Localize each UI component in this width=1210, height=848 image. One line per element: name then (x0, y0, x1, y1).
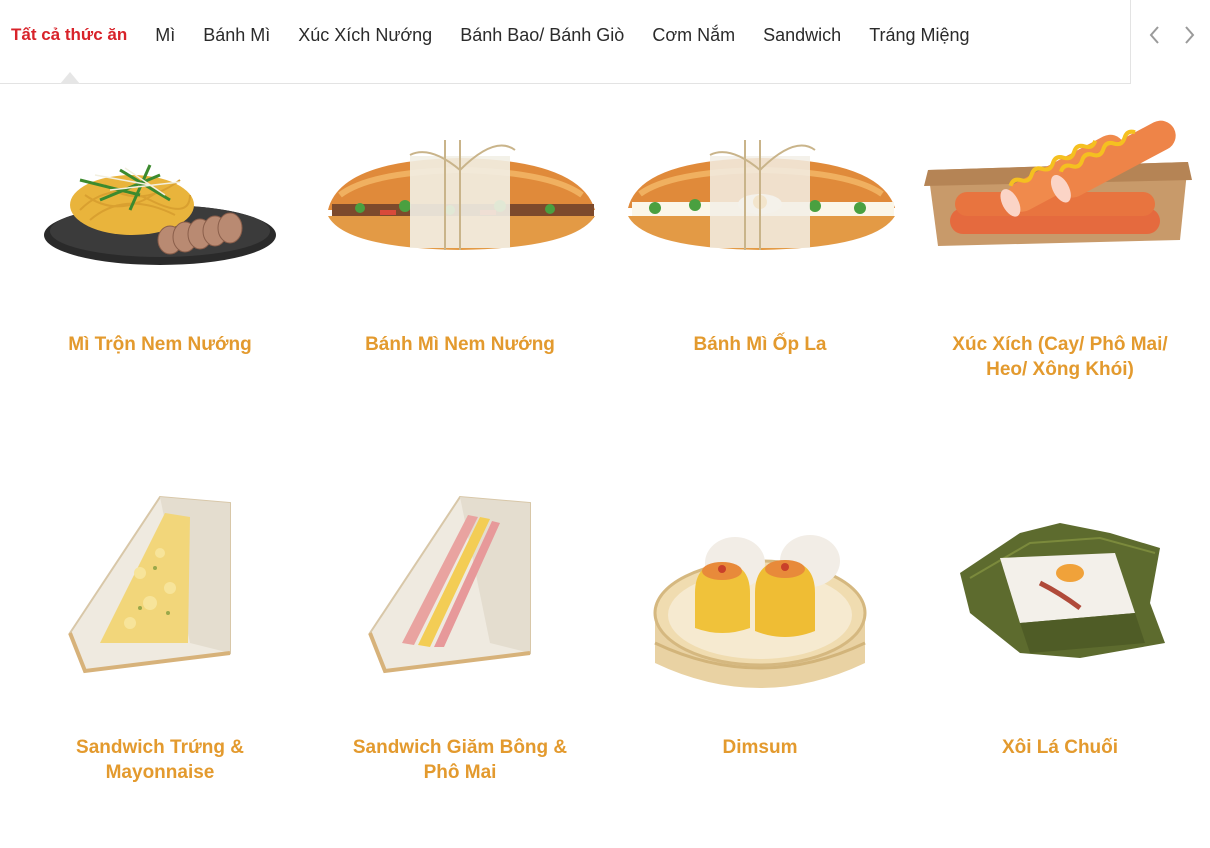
product-card[interactable]: Dimsum (610, 493, 910, 848)
tab-banh-mi[interactable]: Bánh Mì (189, 0, 284, 70)
tab-noodles[interactable]: Mì (141, 0, 189, 70)
sticky-rice-banana-leaf-image (960, 523, 1165, 658)
chevron-left-icon[interactable] (1144, 24, 1166, 46)
egg-sandwich-triangle-image (68, 495, 231, 674)
product-name: Xôi Lá Chuối (1001, 737, 1119, 758)
category-tabs: Tất cả thức ăn Mì Bánh Mì Xúc Xích Nướng… (0, 0, 984, 70)
product-name: Bánh Mì Ốp La (693, 334, 827, 355)
product-name: Bánh Mì Nem Nướng (365, 334, 555, 355)
category-bar: Tất cả thức ăn Mì Bánh Mì Xúc Xích Nướng… (0, 0, 1210, 84)
mixed-noodle-plate-image (44, 164, 276, 265)
chevron-right-icon[interactable] (1178, 24, 1200, 46)
product-name: Mì Trộn Nem Nướng (68, 334, 252, 355)
product-card[interactable]: Mì Trộn Nem Nướng (10, 100, 310, 480)
product-name: Sandwich Giăm Bông & Phô Mai (352, 737, 568, 783)
ham-cheese-sandwich-triangle-image (368, 495, 531, 674)
sausage-tray-image (924, 120, 1192, 246)
product-card[interactable]: Bánh Mì Nem Nướng (310, 100, 610, 480)
active-tab-indicator (60, 72, 80, 84)
tab-all-food[interactable]: Tất cả thức ăn (0, 0, 141, 70)
product-card[interactable]: Sandwich Giăm Bông & Phô Mai (310, 493, 610, 848)
tab-sandwich[interactable]: Sandwich (749, 0, 855, 70)
dimsum-steamer-image (653, 535, 867, 688)
banh-mi-egg-sandwich-image (628, 140, 895, 250)
product-name: Xúc Xích (Cay/ Phô Mai/ Heo/ Xông Khói) (952, 334, 1168, 380)
product-card[interactable]: Sandwich Trứng & Mayonnaise (10, 493, 310, 848)
tab-grilled-sausage[interactable]: Xúc Xích Nướng (284, 0, 446, 70)
product-name: Sandwich Trứng & Mayonnaise (76, 737, 244, 783)
product-name: Dimsum (722, 737, 798, 758)
tab-steamed-buns[interactable]: Bánh Bao/ Bánh Giò (446, 0, 638, 70)
product-card[interactable]: Bánh Mì Ốp La (610, 100, 910, 480)
product-card[interactable]: Xúc Xích (Cay/ Phô Mai/ Heo/ Xông Khói) (910, 100, 1210, 480)
tab-dessert[interactable]: Tráng Miệng (855, 0, 983, 70)
product-card[interactable]: Xôi Lá Chuối (910, 493, 1210, 848)
category-scroll-controls (1130, 0, 1210, 84)
tab-rice-balls[interactable]: Cơm Nắm (638, 0, 749, 70)
banh-mi-sandwich-image (328, 140, 595, 250)
